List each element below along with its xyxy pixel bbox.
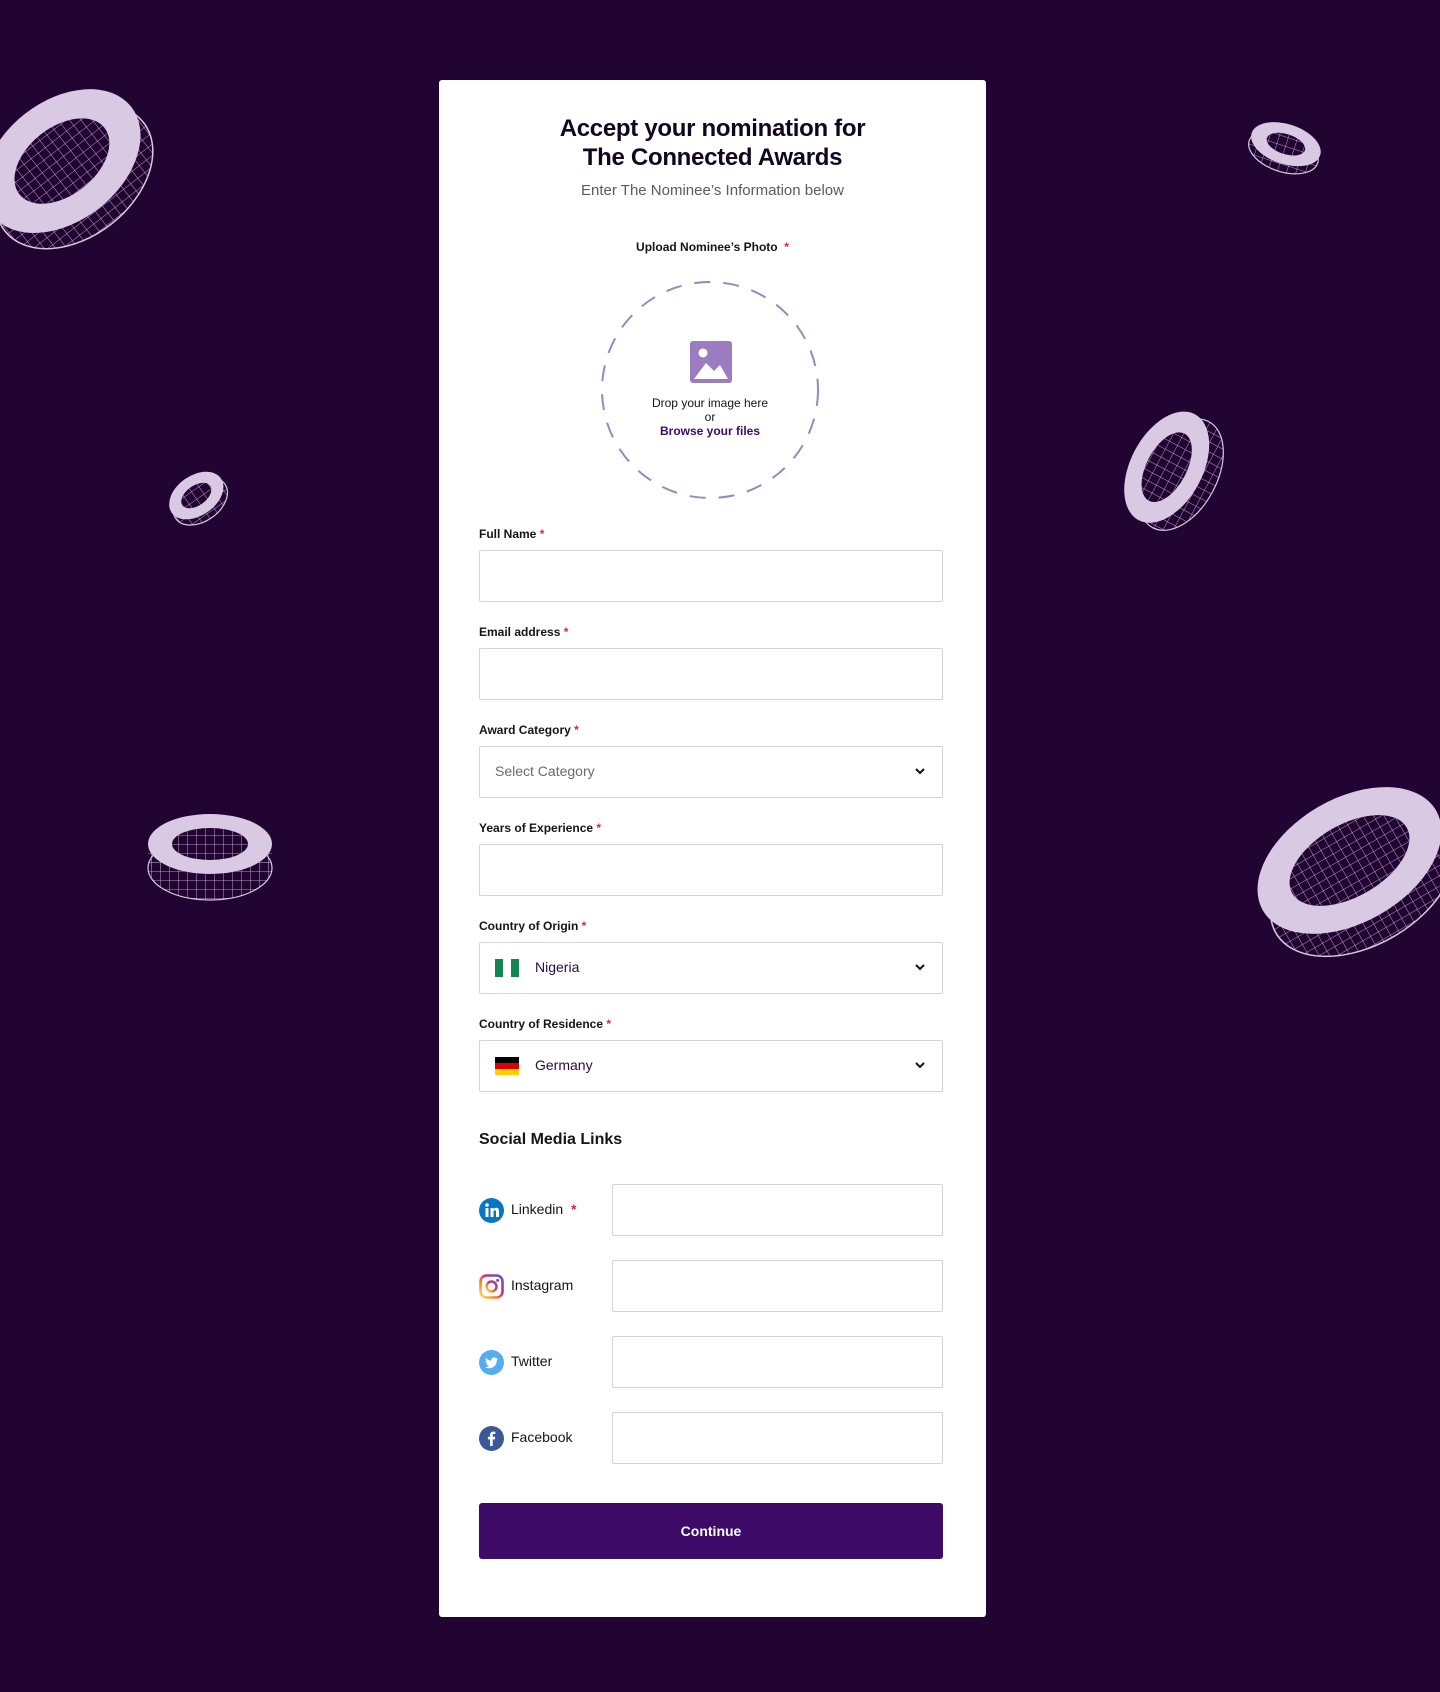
germany-flag-icon bbox=[495, 1057, 519, 1075]
twitter-icon bbox=[479, 1350, 504, 1375]
required-mark: * bbox=[596, 821, 602, 835]
upload-photo-label-text: Upload Nominee’s Photo bbox=[636, 240, 778, 254]
continue-button[interactable]: Continue bbox=[479, 1503, 943, 1559]
social-row-facebook: Facebook bbox=[479, 1412, 943, 1464]
required-mark: * bbox=[784, 240, 789, 254]
required-mark: * bbox=[563, 625, 569, 639]
full-name-input[interactable] bbox=[479, 550, 943, 602]
linkedin-label: Linkedin * bbox=[511, 1201, 576, 1217]
social-row-linkedin: Linkedin * bbox=[479, 1184, 943, 1236]
drop-or-text: or bbox=[704, 410, 716, 424]
twitter-input[interactable] bbox=[612, 1336, 943, 1388]
social-row-twitter: Twitter bbox=[479, 1336, 943, 1388]
page-subtitle: Enter The Nominee’s Information below bbox=[581, 182, 844, 199]
title-line-2: The Connected Awards bbox=[582, 144, 843, 171]
nomination-card: Accept your nomination for The Connected… bbox=[439, 80, 986, 1617]
email-label-text: Email address bbox=[479, 625, 561, 639]
award-category-field: Award Category * Select Category bbox=[479, 722, 943, 798]
required-mark: * bbox=[539, 527, 545, 541]
years-experience-field: Years of Experience * bbox=[479, 820, 943, 896]
email-input[interactable] bbox=[479, 648, 943, 700]
country-residence-value: Germany bbox=[535, 1057, 593, 1073]
country-residence-select[interactable]: Germany bbox=[479, 1040, 943, 1092]
years-experience-input[interactable] bbox=[479, 844, 943, 896]
country-residence-label-text: Country of Residence bbox=[479, 1017, 604, 1031]
decor-ring-icon bbox=[147, 814, 273, 901]
chevron-down-icon bbox=[915, 1062, 925, 1069]
full-name-field: Full Name * bbox=[479, 526, 943, 602]
country-origin-field: Country of Origin * Nigeria bbox=[479, 918, 943, 994]
browse-files-link[interactable]: Browse your files bbox=[600, 424, 820, 438]
linkedin-label-text: Linkedin bbox=[511, 1201, 564, 1217]
required-mark: * bbox=[606, 1017, 612, 1031]
required-mark: * bbox=[581, 919, 587, 933]
required-mark: * bbox=[574, 723, 579, 737]
instagram-icon bbox=[479, 1274, 504, 1299]
social-row-instagram: Instagram bbox=[479, 1260, 943, 1312]
country-origin-label: Country of Origin * bbox=[479, 918, 943, 934]
required-mark: * bbox=[570, 1201, 577, 1217]
social-media-title: Social Media Links bbox=[479, 1131, 623, 1148]
decor-ring-icon bbox=[1124, 411, 1224, 531]
years-experience-label-text: Years of Experience bbox=[479, 821, 594, 835]
country-residence-label: Country of Residence * bbox=[479, 1016, 943, 1032]
country-residence-field: Country of Residence * Germany bbox=[479, 1016, 943, 1092]
dropzone-border bbox=[601, 281, 819, 499]
decor-ring-icon bbox=[1257, 787, 1440, 958]
award-category-label: Award Category * bbox=[479, 722, 943, 738]
email-label: Email address * bbox=[479, 624, 943, 640]
drop-image-text: Drop your image here bbox=[651, 396, 769, 410]
country-origin-value: Nigeria bbox=[535, 959, 580, 975]
title-line-1: Accept your nomination for bbox=[559, 115, 866, 142]
nigeria-flag-icon bbox=[495, 959, 519, 977]
award-category-select[interactable]: Select Category bbox=[479, 746, 943, 798]
facebook-icon bbox=[479, 1426, 504, 1451]
chevron-down-icon bbox=[915, 768, 925, 775]
chevron-down-icon bbox=[915, 964, 925, 971]
twitter-label: Twitter bbox=[511, 1353, 553, 1369]
full-name-label: Full Name * bbox=[479, 526, 943, 542]
country-origin-label-text: Country of Origin bbox=[479, 919, 579, 933]
award-category-label-text: Award Category bbox=[479, 723, 571, 737]
upload-photo-label: Upload Nominee’s Photo * bbox=[439, 240, 986, 254]
decor-ring-icon bbox=[0, 89, 154, 250]
page-title: Accept your nomination for The Connected… bbox=[439, 114, 986, 172]
facebook-input[interactable] bbox=[612, 1412, 943, 1464]
linkedin-input[interactable] bbox=[612, 1184, 943, 1236]
instagram-input[interactable] bbox=[612, 1260, 943, 1312]
decor-ring-icon bbox=[169, 471, 229, 526]
full-name-label-text: Full Name bbox=[479, 527, 537, 541]
email-field: Email address * bbox=[479, 624, 943, 700]
country-origin-select[interactable]: Nigeria bbox=[479, 942, 943, 994]
instagram-label: Instagram bbox=[511, 1277, 574, 1293]
image-icon bbox=[690, 341, 732, 383]
years-experience-label: Years of Experience * bbox=[479, 820, 943, 836]
photo-dropzone[interactable]: Drop your image here or Browse your file… bbox=[600, 280, 820, 500]
decor-ring-icon bbox=[1248, 122, 1321, 175]
facebook-label: Facebook bbox=[511, 1429, 573, 1445]
linkedin-icon bbox=[479, 1198, 504, 1223]
award-category-placeholder: Select Category bbox=[495, 763, 595, 779]
